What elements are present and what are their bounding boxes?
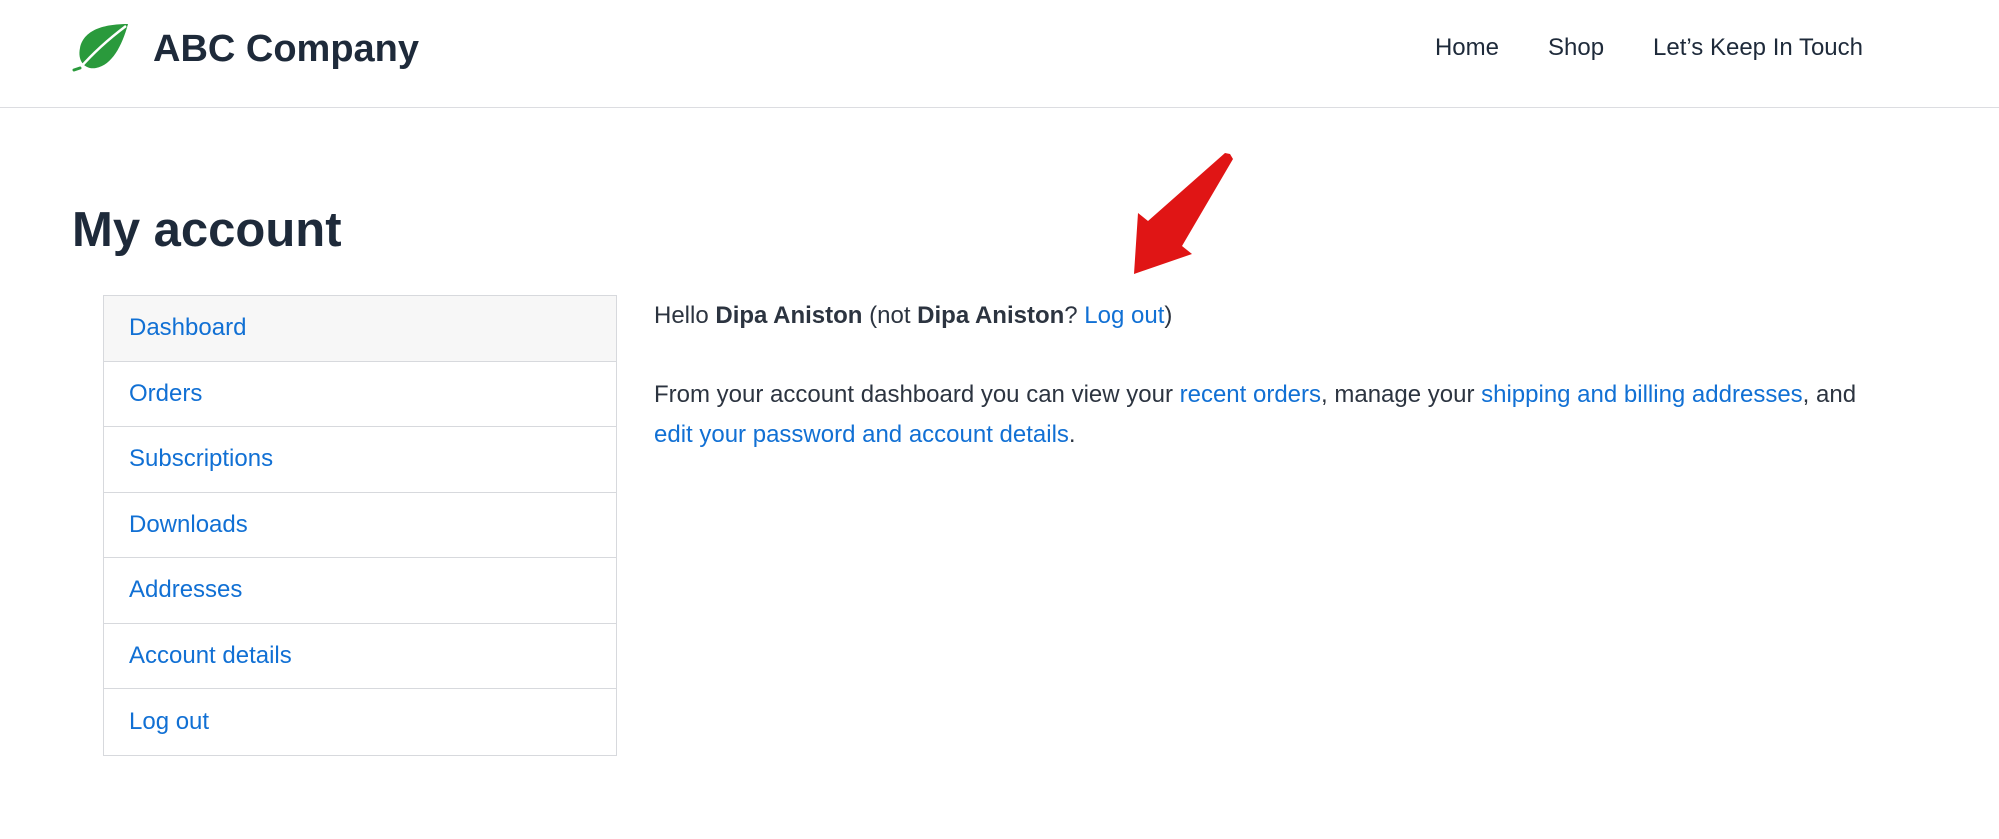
page-title: My account xyxy=(72,203,342,257)
not-suffix: ? xyxy=(1064,302,1085,329)
logout-link[interactable]: Log out xyxy=(1084,302,1164,329)
arrow-annotation xyxy=(1134,153,1233,274)
nav-home[interactable]: Home xyxy=(1435,32,1499,64)
not-prefix: (not xyxy=(862,302,918,329)
description-text-4: . xyxy=(1068,421,1076,448)
main-nav: Home Shop Let’s Keep In Touch xyxy=(1435,32,1863,64)
account-nav-item-account-details: Account details xyxy=(104,624,616,689)
dashboard-content: Hello Dipa Aniston (not Dipa Aniston? Lo… xyxy=(654,296,1954,455)
dashboard-description: From your account dashboard you can view… xyxy=(654,375,1954,455)
account-nav-item-subscriptions: Subscriptions xyxy=(104,427,616,493)
account-nav-item-dashboard: Dashboard xyxy=(104,296,616,362)
account-nav-link-addresses[interactable]: Addresses xyxy=(104,576,242,604)
addresses-link[interactable]: shipping and billing addresses xyxy=(1481,381,1803,408)
account-nav-link-log-out[interactable]: Log out xyxy=(104,708,209,736)
nav-keep-in-touch[interactable]: Let’s Keep In Touch xyxy=(1653,32,1863,64)
not-user-name: Dipa Aniston xyxy=(917,302,1065,329)
account-nav-link-downloads[interactable]: Downloads xyxy=(104,511,248,539)
account-nav-item-downloads: Downloads xyxy=(104,493,616,558)
nav-shop[interactable]: Shop xyxy=(1548,32,1604,64)
account-nav-link-account-details[interactable]: Account details xyxy=(104,642,292,670)
account-nav-link-subscriptions[interactable]: Subscriptions xyxy=(104,445,273,473)
leaf-icon[interactable] xyxy=(70,22,130,72)
account-nav-item-log-out: Log out xyxy=(104,689,616,755)
user-name: Dipa Aniston xyxy=(715,302,863,329)
account-nav-link-orders[interactable]: Orders xyxy=(104,380,202,408)
account-navigation: Dashboard Orders Subscriptions Downloads… xyxy=(103,295,617,756)
account-nav-item-addresses: Addresses xyxy=(104,558,616,624)
account-nav-link-dashboard[interactable]: Dashboard xyxy=(104,314,246,342)
account-details-link[interactable]: edit your password and account details xyxy=(654,421,1069,448)
closing-paren: ) xyxy=(1164,302,1173,329)
greeting-text: Hello Dipa Aniston (not Dipa Aniston? Lo… xyxy=(654,296,1954,336)
recent-orders-link[interactable]: recent orders xyxy=(1180,381,1321,408)
description-text-3: , and xyxy=(1802,381,1857,408)
description-text-2: , manage your xyxy=(1321,381,1482,408)
account-nav-item-orders: Orders xyxy=(104,362,616,427)
site-header: ABC Company Home Shop Let’s Keep In Touc… xyxy=(0,0,1999,108)
description-text-1: From your account dashboard you can view… xyxy=(654,381,1180,408)
greeting-prefix: Hello xyxy=(654,302,716,329)
site-title[interactable]: ABC Company xyxy=(153,26,419,72)
